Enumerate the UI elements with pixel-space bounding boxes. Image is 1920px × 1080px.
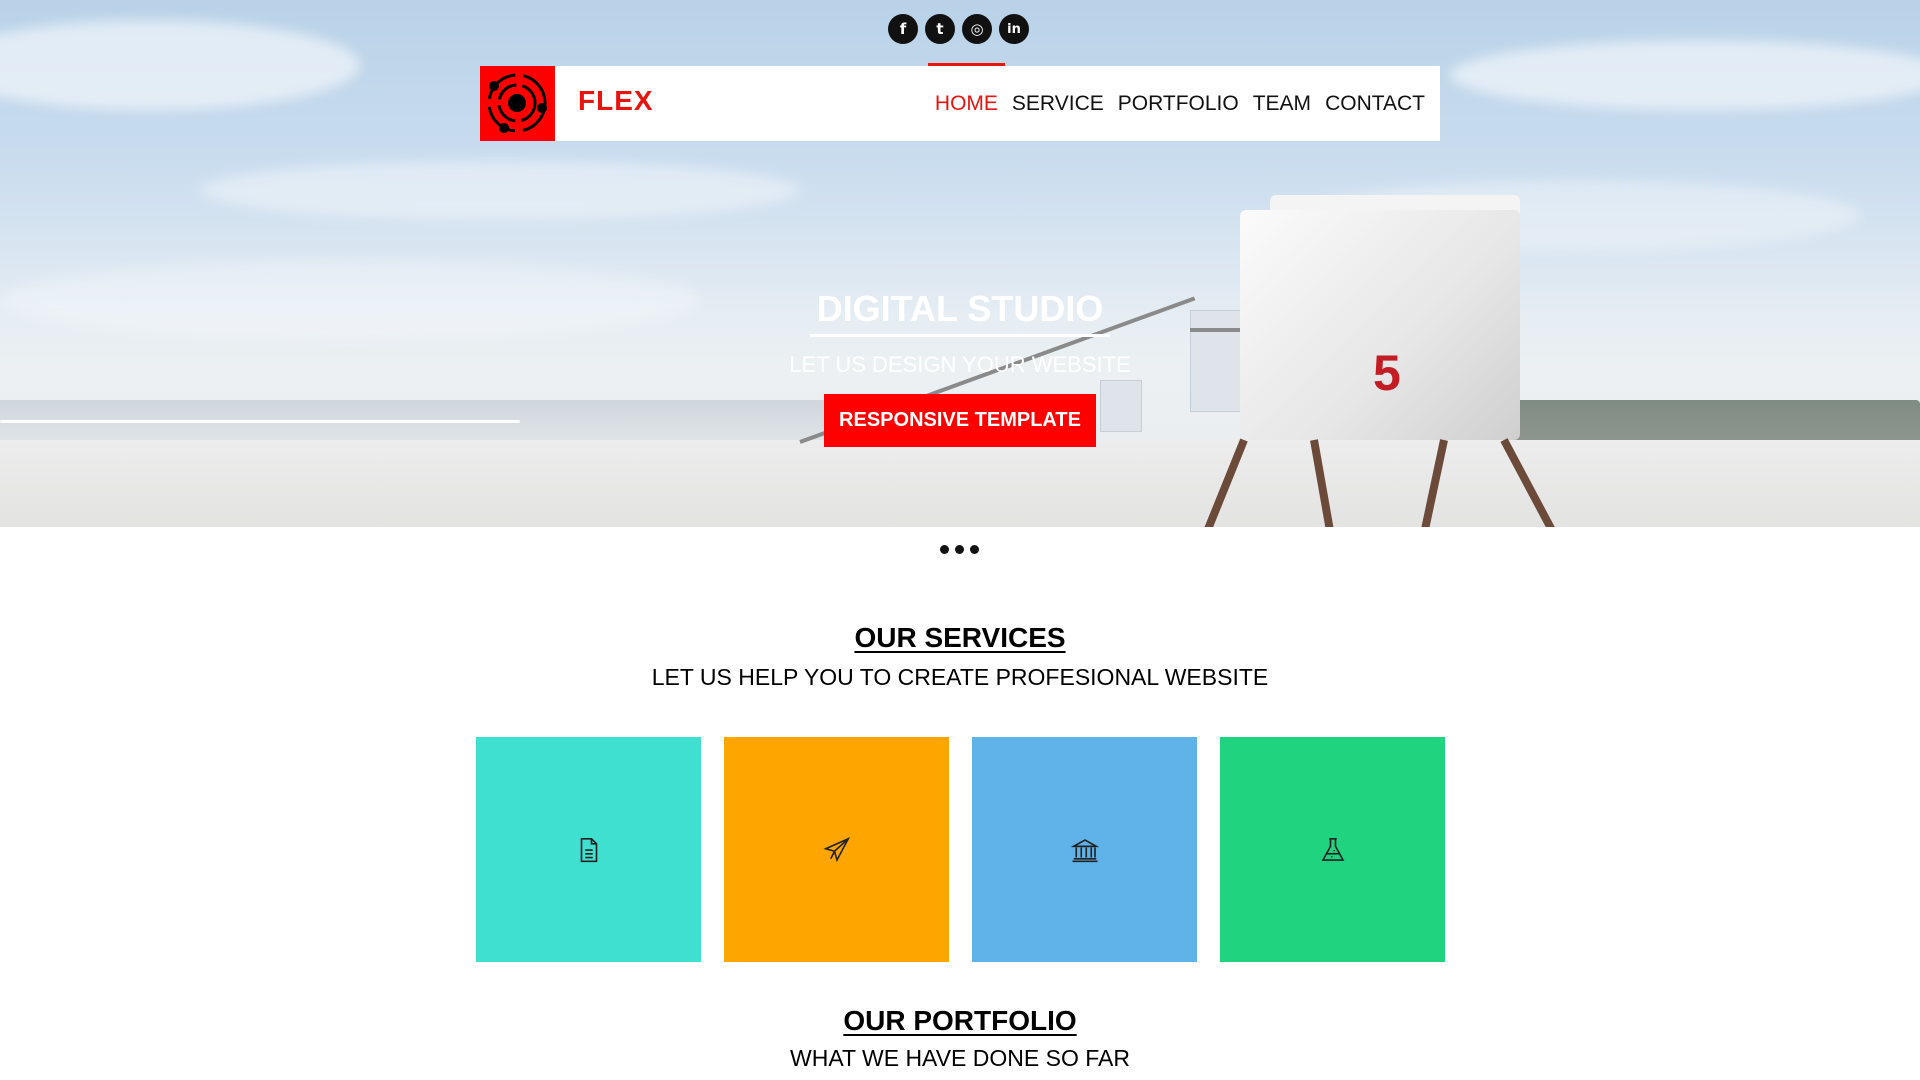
service-tile-paper-plane[interactable] [724, 737, 949, 962]
twitter-icon[interactable]: t [925, 14, 955, 44]
services-title: OUR SERVICES [854, 622, 1066, 653]
slider-dot[interactable] [940, 545, 949, 554]
distant-building [1100, 380, 1142, 432]
navbar: FLEX HOME SERVICE PORTFOLIO TEAM CONTACT [480, 63, 1440, 141]
hero-subtitle: LET US DESIGN YOUR WEBSITE [789, 352, 1131, 377]
nav-item-service[interactable]: SERVICE [1005, 66, 1111, 141]
instagram-icon[interactable]: ◎ [962, 14, 992, 44]
beach-sand [0, 440, 1920, 527]
bank-icon [1070, 838, 1099, 862]
document-icon [580, 837, 597, 862]
nav-menu: HOME SERVICE PORTFOLIO TEAM CONTACT [927, 63, 1432, 141]
cloud [0, 20, 360, 110]
tower-number: 5 [1373, 345, 1401, 401]
service-tile-flask[interactable] [1220, 737, 1445, 962]
cloud [200, 160, 800, 220]
portfolio-subtitle: WHAT WE HAVE DONE SO FAR [790, 1045, 1130, 1071]
nav-item-portfolio[interactable]: PORTFOLIO [1111, 66, 1246, 141]
nav-item-team[interactable]: TEAM [1246, 66, 1318, 141]
hero-title: DIGITAL STUDIO [810, 288, 1110, 337]
portfolio-title: OUR PORTFOLIO [843, 1005, 1077, 1036]
lifeguard-tower [1240, 210, 1520, 440]
linkedin-icon[interactable]: in [999, 14, 1029, 44]
logo[interactable] [480, 66, 555, 141]
responsive-template-button[interactable]: RESPONSIVE TEMPLATE [824, 394, 1096, 447]
services-subtitle: LET US HELP YOU TO CREATE PROFESIONAL WE… [651, 664, 1269, 690]
slider-dots [940, 545, 979, 554]
cloud [0, 260, 700, 340]
flask-icon [1321, 837, 1344, 861]
service-tile-document[interactable] [476, 737, 701, 962]
slider-dot[interactable] [955, 545, 964, 554]
slider-dot[interactable] [970, 545, 979, 554]
paper-plane-icon [822, 836, 850, 862]
brand-name[interactable]: FLEX [578, 85, 654, 117]
orbit-logo-icon [487, 73, 547, 133]
facebook-icon[interactable]: f [888, 14, 918, 44]
service-tile-bank[interactable] [972, 737, 1197, 962]
tree-line [1500, 400, 1920, 440]
service-tiles [476, 737, 1445, 962]
social-links: f t ◎ in [888, 14, 1029, 44]
nav-item-contact[interactable]: CONTACT [1318, 66, 1432, 141]
nav-item-home[interactable]: HOME [927, 63, 1005, 141]
cloud [1450, 40, 1920, 110]
